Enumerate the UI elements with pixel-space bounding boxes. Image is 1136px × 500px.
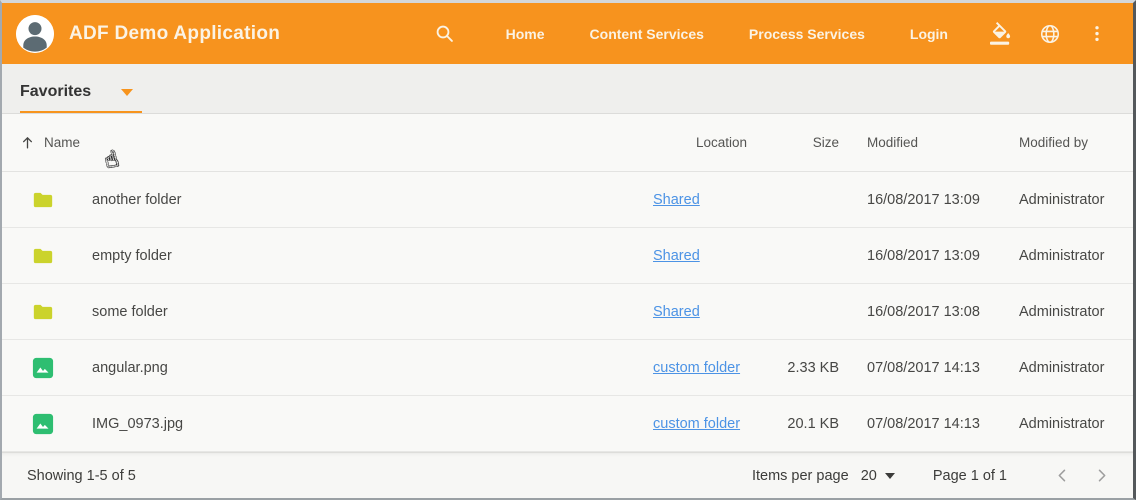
modified-by: Administrator (1019, 248, 1109, 264)
nav-content-services[interactable]: Content Services (590, 26, 704, 42)
image-file-icon (32, 413, 54, 435)
file-name[interactable]: another folder (92, 192, 653, 208)
file-name[interactable]: angular.png (92, 360, 653, 376)
pagination-bar: Showing 1-5 of 5 Items per page 20 Page … (2, 452, 1133, 498)
location-link[interactable]: Shared (653, 248, 700, 264)
modified-date: 07/08/2017 14:13 (847, 416, 1019, 432)
chevron-down-icon (121, 89, 133, 96)
table-body: another folder Shared 16/08/2017 13:09 A… (2, 172, 1133, 452)
modified-date: 16/08/2017 13:09 (847, 192, 1019, 208)
app-title: ADF Demo Application (69, 23, 280, 45)
table-row[interactable]: IMG_0973.jpg custom folder 20.1 KB 07/08… (2, 396, 1133, 452)
more-vert-icon[interactable] (1081, 18, 1113, 50)
column-header-size[interactable]: Size (765, 135, 847, 150)
file-name[interactable]: some folder (92, 304, 653, 320)
location-link[interactable]: Shared (653, 192, 700, 208)
table-row[interactable]: another folder Shared 16/08/2017 13:09 A… (2, 172, 1133, 228)
items-per-page-label: Items per page (752, 468, 849, 484)
modified-by: Administrator (1019, 416, 1109, 432)
main-nav: Home Content Services Process Services L… (461, 26, 948, 42)
folder-icon (32, 189, 54, 211)
user-avatar-icon (16, 15, 54, 53)
page-indicator: Page 1 of 1 (933, 468, 1007, 484)
file-size: 2.33 KB (765, 360, 847, 376)
favorites-label: Favorites (20, 83, 91, 101)
favorites-dropdown[interactable]: Favorites (20, 73, 142, 113)
theme-color-fill-icon[interactable] (984, 16, 1019, 51)
modified-by: Administrator (1019, 360, 1109, 376)
previous-page-icon[interactable] (1049, 462, 1076, 489)
folder-icon (32, 245, 54, 267)
file-name[interactable]: empty folder (92, 248, 653, 264)
next-page-icon[interactable] (1088, 462, 1115, 489)
column-header-name[interactable]: Name (20, 135, 653, 150)
location-link[interactable]: Shared (653, 304, 700, 320)
items-per-page-select[interactable]: 20 (861, 468, 895, 484)
modified-date: 16/08/2017 13:08 (847, 304, 1019, 320)
avatar[interactable] (16, 15, 54, 53)
search-icon[interactable] (428, 17, 461, 50)
language-globe-icon[interactable] (1033, 17, 1067, 51)
document-list: Name Location Size Modified Modified by … (2, 114, 1133, 452)
chevron-down-icon (885, 473, 895, 479)
view-switcher-bar: Favorites ☝ (2, 64, 1133, 114)
modified-date: 16/08/2017 13:09 (847, 248, 1019, 264)
items-per-page-value: 20 (861, 468, 877, 484)
modified-by: Administrator (1019, 192, 1109, 208)
app-header: ADF Demo Application Home Content Servic… (2, 3, 1133, 64)
column-header-modified[interactable]: Modified (847, 135, 1019, 150)
column-header-location[interactable]: Location (653, 135, 765, 150)
column-header-modified-by[interactable]: Modified by (1019, 135, 1109, 150)
nav-home[interactable]: Home (506, 26, 545, 42)
table-row[interactable]: angular.png custom folder 2.33 KB 07/08/… (2, 340, 1133, 396)
app-window: ADF Demo Application Home Content Servic… (0, 0, 1136, 500)
image-file-icon (32, 357, 54, 379)
header-actions (970, 16, 1113, 51)
nav-process-services[interactable]: Process Services (749, 26, 865, 42)
folder-icon (32, 301, 54, 323)
nav-login[interactable]: Login (910, 26, 948, 42)
table-header-row: Name Location Size Modified Modified by (2, 114, 1133, 172)
table-row[interactable]: some folder Shared 16/08/2017 13:08 Admi… (2, 284, 1133, 340)
location-link[interactable]: custom folder (653, 360, 740, 376)
file-name[interactable]: IMG_0973.jpg (92, 416, 653, 432)
pagination-range: Showing 1-5 of 5 (27, 468, 136, 484)
table-row[interactable]: empty folder Shared 16/08/2017 13:09 Adm… (2, 228, 1133, 284)
modified-by: Administrator (1019, 304, 1109, 320)
sort-ascending-icon (20, 135, 35, 150)
file-size: 20.1 KB (765, 416, 847, 432)
location-link[interactable]: custom folder (653, 416, 740, 432)
modified-date: 07/08/2017 14:13 (847, 360, 1019, 376)
